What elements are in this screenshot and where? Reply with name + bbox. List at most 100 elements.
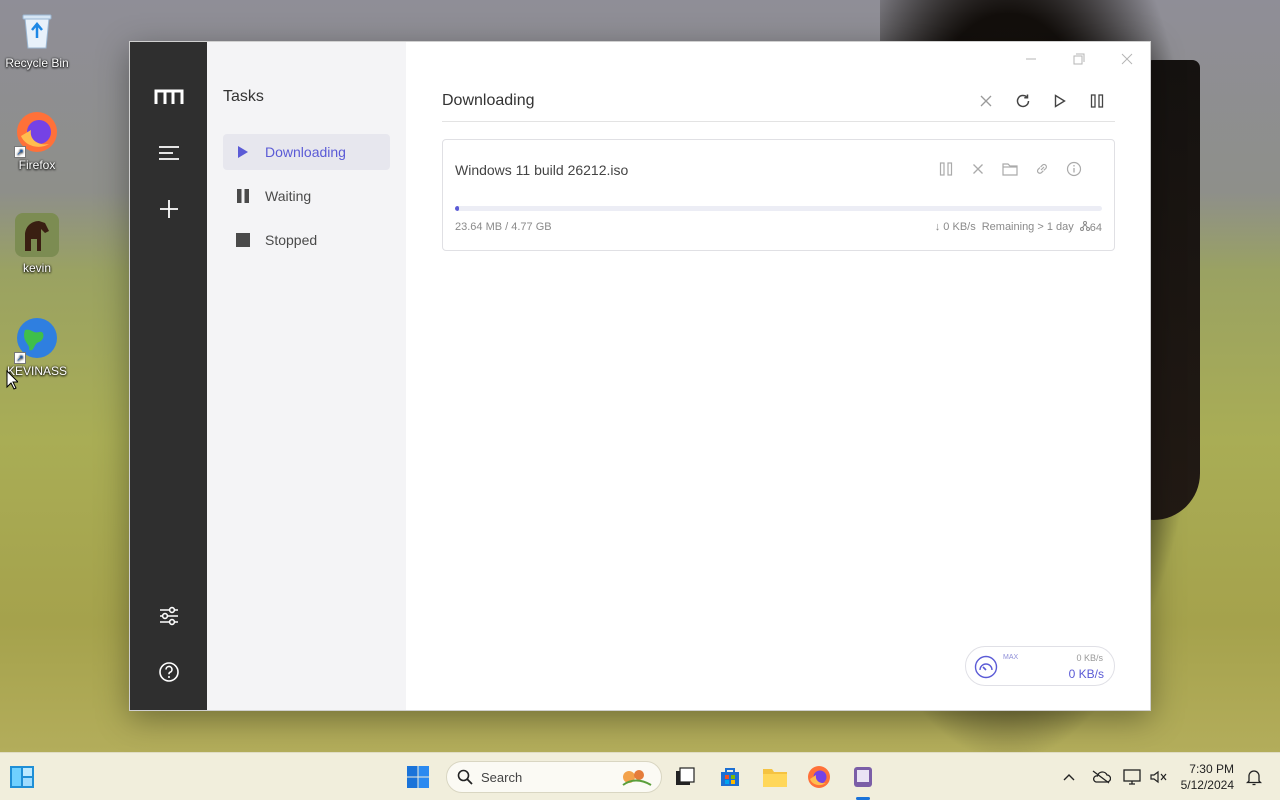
sliders-icon xyxy=(159,606,178,626)
microsoft-store-icon xyxy=(721,768,739,786)
task-info-button[interactable] xyxy=(1058,156,1090,182)
link-icon xyxy=(1036,163,1047,174)
widgets-icon xyxy=(10,766,34,788)
taskbar: Search 7:30 PM 5/12/2024 xyxy=(0,752,1280,800)
search-highlight-icon xyxy=(622,770,652,786)
task-progress-bar xyxy=(455,206,1102,211)
search-icon xyxy=(457,769,473,785)
network-button[interactable] xyxy=(1122,767,1142,787)
close-icon xyxy=(973,164,983,174)
sidebar-item-label: Waiting xyxy=(265,188,312,204)
desktop-icon-kevinass[interactable]: ↗ KEVINASS xyxy=(4,316,70,378)
folder-icon xyxy=(763,769,787,787)
shortcut-arrow-icon: ↗ xyxy=(14,146,26,158)
menu-button[interactable] xyxy=(130,133,207,173)
upload-speed: 0 KB/s xyxy=(1076,653,1103,663)
task-sidebar: Tasks Downloading Waiting Stopped xyxy=(207,42,406,710)
play-icon xyxy=(1054,93,1066,108)
chevron-up-icon xyxy=(1063,774,1075,781)
clock-date: 5/12/2024 xyxy=(1180,778,1234,792)
help-button[interactable] xyxy=(130,652,207,692)
search-placeholder: Search xyxy=(481,769,523,785)
mouse-cursor-icon xyxy=(6,370,18,390)
shortcut-arrow-icon: ↗ xyxy=(14,352,26,364)
motrix-logo-icon xyxy=(154,89,183,104)
refresh-button[interactable] xyxy=(1004,86,1041,116)
pause-icon xyxy=(939,162,953,176)
close-window-button[interactable] xyxy=(1104,46,1150,72)
stop-icon xyxy=(235,232,251,248)
delete-tasks-button[interactable] xyxy=(967,86,1004,116)
task-meta: ↓ 0 KB/s Remaining > 1 day 64 xyxy=(935,221,1102,234)
maximize-button[interactable] xyxy=(1056,46,1102,72)
desktop-icon-kevin[interactable]: kevin xyxy=(4,213,70,275)
add-task-button[interactable] xyxy=(130,189,207,229)
motrix-taskbar-button[interactable] xyxy=(849,763,877,791)
recycle-bin-icon xyxy=(15,8,59,52)
motrix-app-icon xyxy=(854,767,872,787)
app-window: Tasks Downloading Waiting Stopped Downlo… xyxy=(129,41,1151,711)
app-rail xyxy=(130,42,207,710)
firefox-icon xyxy=(808,766,830,788)
help-circle-icon xyxy=(158,662,179,682)
task-item[interactable]: Windows 11 build 26212.iso 23.64 MB / 4.… xyxy=(442,139,1115,251)
task-copy-link-button[interactable] xyxy=(1026,156,1058,182)
sidebar-title: Tasks xyxy=(223,88,264,105)
task-view-button[interactable] xyxy=(671,763,699,791)
windows-start-icon xyxy=(407,766,429,788)
desktop-icon-firefox[interactable]: ↗ Firefox xyxy=(4,110,70,172)
task-speed: ↓ 0 KB/s xyxy=(934,221,976,233)
sidebar-item-label: Downloading xyxy=(265,144,346,160)
maximize-icon xyxy=(1073,53,1085,65)
start-button[interactable] xyxy=(404,763,432,791)
clock-time: 7:30 PM xyxy=(1189,762,1234,776)
widgets-button[interactable] xyxy=(8,763,36,791)
task-pause-button[interactable] xyxy=(930,156,962,182)
task-name: Windows 11 build 26212.iso xyxy=(455,162,629,178)
resume-all-button[interactable] xyxy=(1041,86,1078,116)
task-progress-fill xyxy=(455,206,459,211)
firefox-taskbar-button[interactable] xyxy=(805,763,833,791)
speaker-muted-icon xyxy=(1150,770,1167,784)
sidebar-item-label: Stopped xyxy=(265,232,318,248)
sidebar-item-stopped[interactable]: Stopped xyxy=(223,222,390,258)
plus-icon xyxy=(159,200,178,218)
pause-icon xyxy=(1090,93,1103,108)
task-size: 23.64 MB / 4.77 GB xyxy=(455,221,552,233)
bell-icon xyxy=(1246,770,1262,786)
sidebar-item-downloading[interactable]: Downloading xyxy=(223,134,390,170)
speed-meter[interactable]: MAX 0 KB/s 0 KB/s xyxy=(965,646,1115,686)
task-actions xyxy=(930,156,1090,182)
download-speed: 0 KB/s xyxy=(1068,667,1104,681)
preferences-button[interactable] xyxy=(130,596,207,636)
menu-icon xyxy=(158,146,179,160)
notification-button[interactable] xyxy=(1244,767,1264,787)
minimize-button[interactable] xyxy=(1008,46,1054,72)
pause-all-button[interactable] xyxy=(1078,86,1115,116)
info-icon xyxy=(1066,161,1082,177)
folder-icon xyxy=(1002,163,1018,176)
pause-icon xyxy=(235,188,251,204)
task-open-folder-button[interactable] xyxy=(994,156,1026,182)
file-explorer-button[interactable] xyxy=(761,763,789,791)
store-button[interactable] xyxy=(716,763,744,791)
desktop-icon-recycle-bin[interactable]: Recycle Bin xyxy=(4,8,70,70)
speedometer-icon xyxy=(974,655,998,679)
task-remaining: Remaining > 1 day xyxy=(981,221,1074,233)
tray-overflow-button[interactable] xyxy=(1059,767,1079,787)
horse-image-icon xyxy=(15,213,59,257)
sidebar-item-waiting[interactable]: Waiting xyxy=(223,178,390,214)
app-logo[interactable] xyxy=(130,77,207,117)
onedrive-button[interactable] xyxy=(1091,767,1111,787)
taskbar-clock[interactable]: 7:30 PM 5/12/2024 xyxy=(1181,761,1234,793)
cloud-off-icon xyxy=(1092,770,1111,784)
volume-button[interactable] xyxy=(1148,767,1168,787)
close-icon xyxy=(980,95,991,106)
refresh-icon xyxy=(1016,94,1029,107)
task-connections: 64 xyxy=(1079,221,1102,234)
close-icon xyxy=(1121,53,1133,65)
task-view-icon xyxy=(676,767,695,785)
desktop-icon-label: kevin xyxy=(22,261,51,275)
taskbar-search[interactable]: Search xyxy=(446,761,662,793)
task-delete-button[interactable] xyxy=(962,156,994,182)
